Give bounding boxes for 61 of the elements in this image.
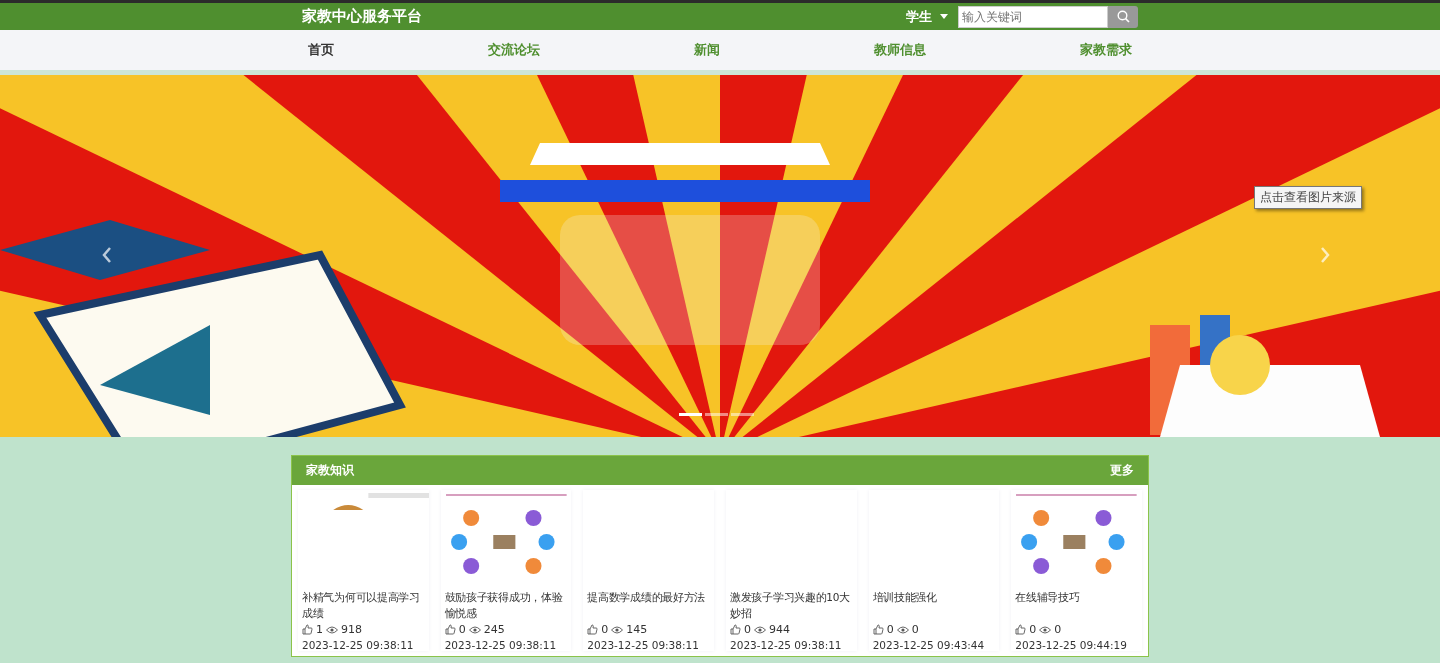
view-count: 145 [626,623,648,636]
article-title: 在线辅导技巧 [1015,590,1081,605]
like-count: 1 [316,623,323,636]
next-slide-button[interactable] [1320,247,1330,263]
article-title: 培训技能强化 [872,590,938,605]
article-card[interactable]: 提高数学成绩的最好方法 0 145 2023-12-25 09:38:11 [583,490,714,651]
thumbs-up-icon [587,624,599,635]
search-button[interactable] [1108,5,1138,28]
nav-link[interactable]: 新闻 [694,41,720,59]
caret-icon [940,14,948,19]
view-count: 245 [483,623,505,636]
article-date: 2023-12-25 09:38:11 [730,639,843,651]
thumbs-up-icon [302,624,313,635]
view-count: 0 [1054,623,1062,636]
article-card[interactable]: 在线辅导技巧 0 0 2023-12-25 09:44:19 [1011,490,1143,651]
article-card[interactable]: 培训技能强化 0 0 2023-12-25 09:43:44 [868,490,1000,651]
search-icon [1116,10,1130,23]
role-dropdown[interactable]: 学生 [906,7,948,26]
slide-indicator[interactable] [731,413,754,416]
article-card[interactable]: 补精气为何可以提高学习成绩 1 918 2023-12-25 09:38:11 [298,490,429,651]
article-card[interactable]: 鼓励孩子获得成功，体验愉悦感 0 245 2023-12-25 09:38:11 [440,490,572,651]
section-title: 家教知识 [306,462,354,479]
like-count: 0 [458,623,466,636]
thumbs-up-icon [444,624,456,635]
chevron-left-icon [102,247,112,263]
slide-indicator[interactable] [705,413,728,416]
article-title: 激发孩子学习兴趣的10大妙招 [730,590,851,621]
nav-link[interactable]: 家教需求 [1080,41,1132,59]
article-date: 2023-12-25 09:43:44 [872,639,986,651]
nav-link[interactable]: 首页 [308,41,334,59]
article-date: 2023-12-25 09:38:11 [444,639,558,651]
like-count: 0 [1029,623,1037,636]
thumbs-up-icon [872,624,884,635]
slide-indicator[interactable] [679,413,702,416]
like-count: 0 [886,623,894,636]
thumbs-up-icon [1015,624,1027,635]
article-date: 2023-12-25 09:44:19 [1015,639,1128,651]
article-date: 2023-12-25 09:38:11 [587,639,700,651]
article-title: 补精气为何可以提高学习成绩 [302,590,421,621]
eye-icon [468,625,481,634]
eye-icon [326,625,338,634]
nav-link[interactable]: 教师信息 [874,41,926,59]
tooltip: 点击查看图片来源 [1254,186,1362,209]
view-count: 944 [769,623,790,636]
search-field[interactable]: 输入关键词 [958,5,1108,28]
thumbs-up-icon [730,624,741,635]
eye-icon [611,625,624,634]
like-count: 0 [601,623,609,636]
eye-icon [1039,625,1052,634]
site-title: 家教中心服务平台 [302,7,422,26]
view-count: 918 [341,623,362,636]
like-count: 0 [744,623,751,636]
article-date: 2023-12-25 09:38:11 [302,639,415,651]
eye-icon [896,625,909,634]
article-title: 鼓励孩子获得成功，体验愉悦感 [444,590,564,621]
chevron-right-icon [1320,247,1330,263]
view-count: 0 [911,623,919,636]
eye-icon [754,625,766,634]
nav-link[interactable]: 交流论坛 [488,41,540,59]
article-card[interactable]: 激发孩子学习兴趣的10大妙招 0 944 2023-12-25 09:38:11 [726,490,857,651]
article-title: 提高数学成绩的最好方法 [587,590,707,605]
